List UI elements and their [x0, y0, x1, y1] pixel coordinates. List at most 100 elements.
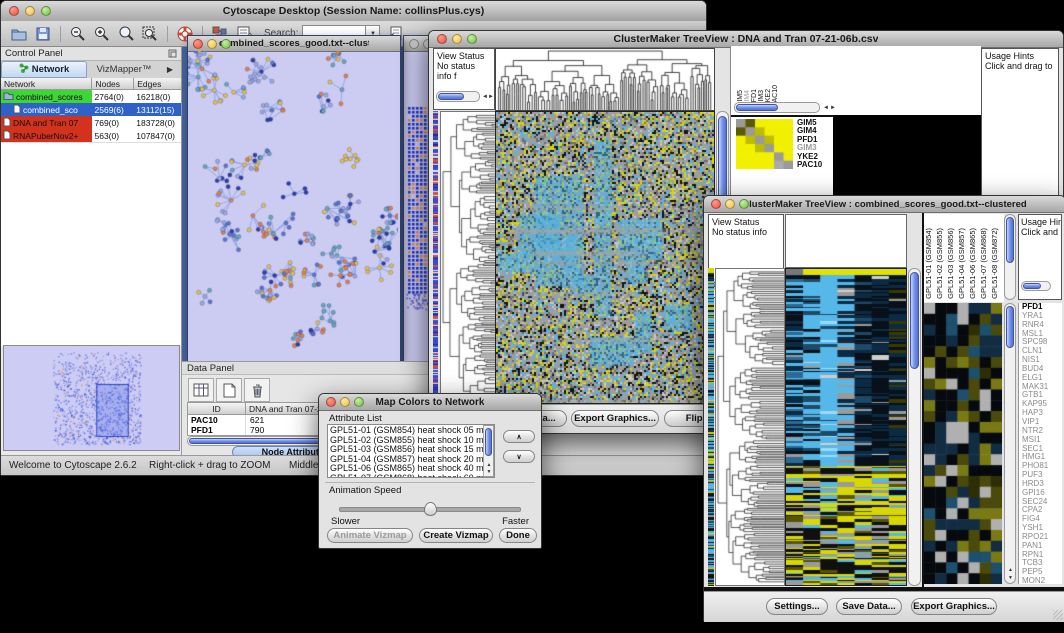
gene-label[interactable]: RNR4	[1022, 321, 1062, 330]
network-table-row[interactable]: combined_scores2764(0)16218(0)	[1, 90, 181, 103]
gene-label[interactable]: KAP95	[1022, 400, 1062, 409]
export-graphics-button[interactable]: Export Graphics...	[911, 598, 997, 615]
heatmap-combined[interactable]	[785, 268, 907, 586]
minimize-button[interactable]	[452, 34, 462, 44]
gene-label[interactable]: GTB1	[1022, 391, 1062, 400]
main-titlebar[interactable]: Cytoscape Desktop (Session Name: collins…	[1, 1, 706, 22]
view-status-scrollbar[interactable]	[436, 91, 480, 102]
export-graphics-button[interactable]: Export Graphics...	[571, 410, 659, 427]
gene-label[interactable]: PFD1	[1022, 303, 1062, 312]
network-table-header-nodes[interactable]: Nodes	[92, 78, 134, 90]
gene-label[interactable]: SPC98	[1022, 338, 1062, 347]
scroll-up-icon[interactable]: ▲	[487, 463, 492, 468]
done-button[interactable]: Done	[499, 528, 537, 543]
network-table-header-network[interactable]: Network	[1, 78, 92, 90]
zoom-vscrollbar[interactable]: ▲ ▼	[1004, 303, 1016, 584]
heatmap-dna[interactable]	[495, 111, 715, 404]
animation-speed-slider[interactable]	[339, 502, 519, 514]
gene-label[interactable]: SEC1	[1022, 445, 1062, 454]
attribute-select-icon[interactable]	[188, 378, 214, 402]
gene-label[interactable]: HRD3	[1022, 480, 1062, 489]
attribute-item[interactable]: GPL51-02 (GSM855) heat shock 10 min	[328, 436, 494, 446]
network-window-titlebar[interactable]: combined_scores_good.txt--cluste...	[188, 36, 400, 52]
gene-label[interactable]: FIG4	[1022, 515, 1062, 524]
create-vizmap-button[interactable]: Create Vizmap	[419, 528, 493, 543]
zoom-button[interactable]	[221, 39, 231, 49]
network-table-row[interactable]: RNAPuberNov2+563(0)107847(0)	[1, 129, 181, 142]
save-data-button[interactable]: Save Data...	[836, 598, 902, 615]
settings-button[interactable]: Settings...	[766, 598, 828, 615]
similarity-matrix[interactable]	[736, 119, 793, 169]
zoom-detail-view[interactable]	[924, 303, 1002, 584]
gene-label[interactable]: RPO21	[1022, 533, 1062, 542]
gene-label[interactable]: CLN1	[1022, 347, 1062, 356]
heatmap-column-label[interactable]: GPL51-06 (GSM865)	[969, 228, 977, 299]
zoom-button[interactable]	[41, 6, 51, 16]
zoom-selected-icon[interactable]	[116, 24, 136, 44]
gene-label[interactable]: PAN1	[1022, 542, 1062, 551]
attribute-listbox[interactable]: GPL51-01 (GSM854) heat shock 05 minGPL51…	[327, 424, 495, 478]
scroll-right-icon[interactable]: ►	[488, 94, 494, 100]
data-table-header-id[interactable]: ID	[188, 403, 246, 415]
gene-label[interactable]: HAP3	[1022, 409, 1062, 418]
scroll-up-icon[interactable]: ▲	[1008, 568, 1013, 573]
gene-label[interactable]: MON2	[1022, 577, 1062, 584]
tab-network[interactable]: Network	[1, 61, 87, 78]
row-dendrogram[interactable]	[440, 111, 496, 404]
gene-label[interactable]: HMG1	[1022, 453, 1062, 462]
network-table-row[interactable]: combined_sco2569(6)13112(15)	[1, 103, 181, 116]
minimize-button[interactable]	[340, 397, 350, 407]
gene-label[interactable]: NTR2	[1022, 427, 1062, 436]
minimize-button[interactable]	[207, 39, 217, 49]
open-file-icon[interactable]	[9, 24, 29, 44]
close-button[interactable]	[711, 199, 721, 209]
save-icon[interactable]	[33, 24, 53, 44]
usage-hints-scrollbar[interactable]	[1021, 281, 1051, 291]
gene-label[interactable]: PHO81	[1022, 462, 1062, 471]
heatmap-column-label[interactable]: GPL51-07 (GSM868)	[980, 228, 988, 299]
row-dendrogram[interactable]	[715, 268, 785, 586]
attribute-item[interactable]: GPL51-04 (GSM857) heat shock 20 min	[328, 455, 494, 465]
move-up-button[interactable]: ∧	[503, 430, 535, 443]
scroll-right-icon[interactable]: ►	[830, 105, 836, 111]
zoom-button[interactable]	[739, 199, 749, 209]
tab-overflow-icon[interactable]: ▶	[161, 61, 179, 78]
gene-label[interactable]: BUD4	[1022, 365, 1062, 374]
resize-grip[interactable]	[1053, 610, 1063, 620]
heatmap-column-label[interactable]: GPL51-08 (GSM872)	[991, 228, 999, 299]
zoom-button[interactable]	[467, 34, 477, 44]
gene-label[interactable]: PUF3	[1022, 471, 1062, 480]
heatmap-column-label[interactable]: GPL51-02 (GSM855)	[936, 228, 944, 299]
animate-vizmap-button[interactable]: Animate Vizmap	[327, 528, 413, 543]
gene-label[interactable]: MSI1	[1022, 436, 1062, 445]
heatmap-vscrollbar[interactable]	[908, 268, 921, 586]
gene-label[interactable]: PEP5	[1022, 568, 1062, 577]
column-dendrogram[interactable]	[495, 48, 715, 111]
matrix-row-label[interactable]: PAC10	[797, 161, 835, 169]
scroll-left-icon[interactable]: ◄	[823, 105, 829, 111]
network-table-header-edges[interactable]: Edges	[134, 78, 181, 90]
zoom-button[interactable]	[354, 397, 364, 407]
delete-attribute-icon[interactable]	[244, 378, 270, 402]
attribute-list-vscrollbar[interactable]: ▲ ▼	[483, 425, 494, 477]
zoom-in-icon[interactable]	[92, 24, 112, 44]
attribute-item[interactable]: GPL51-03 (GSM856) heat shock 15 min	[328, 445, 494, 455]
move-down-button[interactable]: ∨	[503, 450, 535, 463]
close-button[interactable]	[326, 397, 336, 407]
gene-label[interactable]: YRA1	[1022, 312, 1062, 321]
close-button[interactable]	[437, 34, 447, 44]
network-table-row[interactable]: DNA and Tran 07769(0)183728(0)	[1, 116, 181, 129]
float-panel-icon[interactable]	[168, 45, 177, 63]
close-button[interactable]	[409, 39, 419, 49]
gene-label[interactable]: RPN1	[1022, 551, 1062, 560]
treeview-combined-titlebar[interactable]: ClusterMaker TreeView : combined_scores_…	[704, 196, 1064, 213]
gene-label[interactable]: TCB3	[1022, 559, 1062, 568]
heatmap-column-label[interactable]: GPL51-04 (GSM857)	[958, 228, 966, 299]
gene-label[interactable]: MSL1	[1022, 330, 1062, 339]
dialog-titlebar[interactable]: Map Colors to Network	[319, 394, 541, 411]
scroll-down-icon[interactable]: ▼	[487, 470, 492, 475]
new-attribute-icon[interactable]	[216, 378, 242, 402]
gene-label[interactable]: YSH1	[1022, 524, 1062, 533]
close-button[interactable]	[9, 6, 19, 16]
minimize-button[interactable]	[725, 199, 735, 209]
